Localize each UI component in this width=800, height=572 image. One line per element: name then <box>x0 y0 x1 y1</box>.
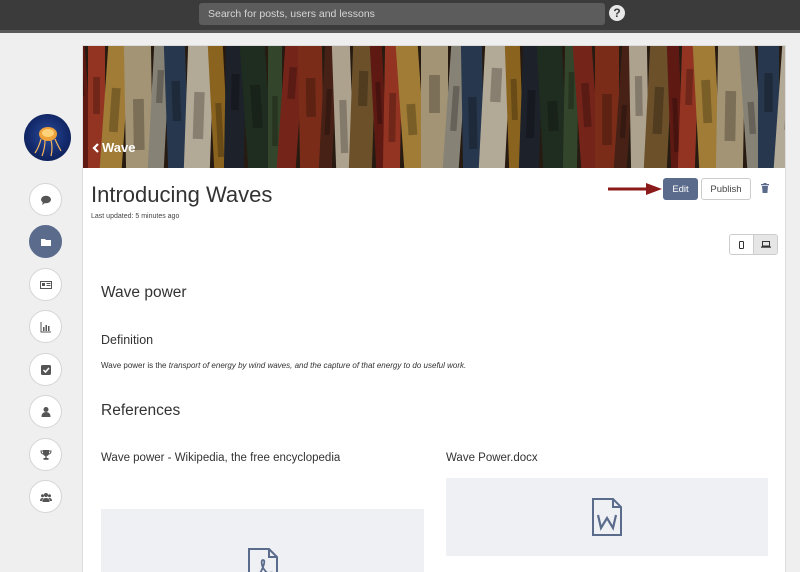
help-icon[interactable]: ? <box>609 5 625 21</box>
definition-text: Wave power is the transport of energy by… <box>101 361 466 370</box>
top-bar-divider <box>0 30 800 33</box>
reference-title-2[interactable]: Wave Power.docx <box>446 452 538 464</box>
sidebar-item-comments[interactable] <box>29 183 62 216</box>
mobile-icon <box>739 240 744 249</box>
sidebar-item-files[interactable] <box>29 225 62 258</box>
publish-button[interactable]: Publish <box>701 178 751 200</box>
avatar[interactable] <box>24 114 71 161</box>
laptop-icon <box>760 241 771 248</box>
page-title: Introducing Waves <box>91 182 273 207</box>
search-input[interactable] <box>199 3 605 25</box>
sidebar-item-achievements[interactable] <box>29 438 62 471</box>
definition-heading: Definition <box>101 333 154 347</box>
sidebar-item-profile[interactable] <box>29 395 62 428</box>
view-toggle <box>729 234 778 255</box>
comment-icon <box>40 195 51 205</box>
references-heading: References <box>101 402 181 419</box>
lesson-card: Wave Introducing Waves Last updated: 5 m… <box>82 45 786 572</box>
folder-icon <box>40 238 51 246</box>
user-icon <box>41 406 50 417</box>
chevron-left-icon <box>92 143 99 153</box>
trophy-icon <box>39 449 52 460</box>
reference-thumbnail-1[interactable] <box>101 509 424 572</box>
desktop-view-button[interactable] <box>753 235 777 254</box>
edit-button[interactable]: Edit <box>663 178 698 200</box>
sidebar-item-tasks[interactable] <box>29 353 62 386</box>
pdf-file-icon <box>247 548 278 572</box>
back-link-label: Wave <box>102 140 136 155</box>
word-file-icon <box>592 498 622 536</box>
reference-title-1[interactable]: Wave power - Wikipedia, the free encyclo… <box>101 452 340 464</box>
sidebar-item-id-card[interactable] <box>29 268 62 301</box>
sidebar-item-analytics[interactable] <box>29 310 62 343</box>
checkbox-icon <box>40 364 51 375</box>
sidebar-item-groups[interactable] <box>29 480 62 513</box>
definition-italic: transport of energy by wind waves, and t… <box>168 361 467 370</box>
banner-image: Wave <box>83 46 785 168</box>
users-icon <box>39 492 52 502</box>
definition-lead: Wave power is the <box>101 361 169 370</box>
mobile-view-button[interactable] <box>730 235 753 254</box>
arrow-pointer-icon <box>608 183 662 195</box>
last-updated: Last updated: 5 minutes ago <box>91 213 180 220</box>
section-heading: Wave power <box>101 284 187 301</box>
bookshelf-image <box>83 46 785 168</box>
id-card-icon <box>39 280 52 289</box>
back-link[interactable]: Wave <box>92 140 135 155</box>
trash-icon[interactable] <box>761 183 769 193</box>
reference-thumbnail-2[interactable] <box>446 478 768 556</box>
bar-chart-icon <box>40 321 51 332</box>
